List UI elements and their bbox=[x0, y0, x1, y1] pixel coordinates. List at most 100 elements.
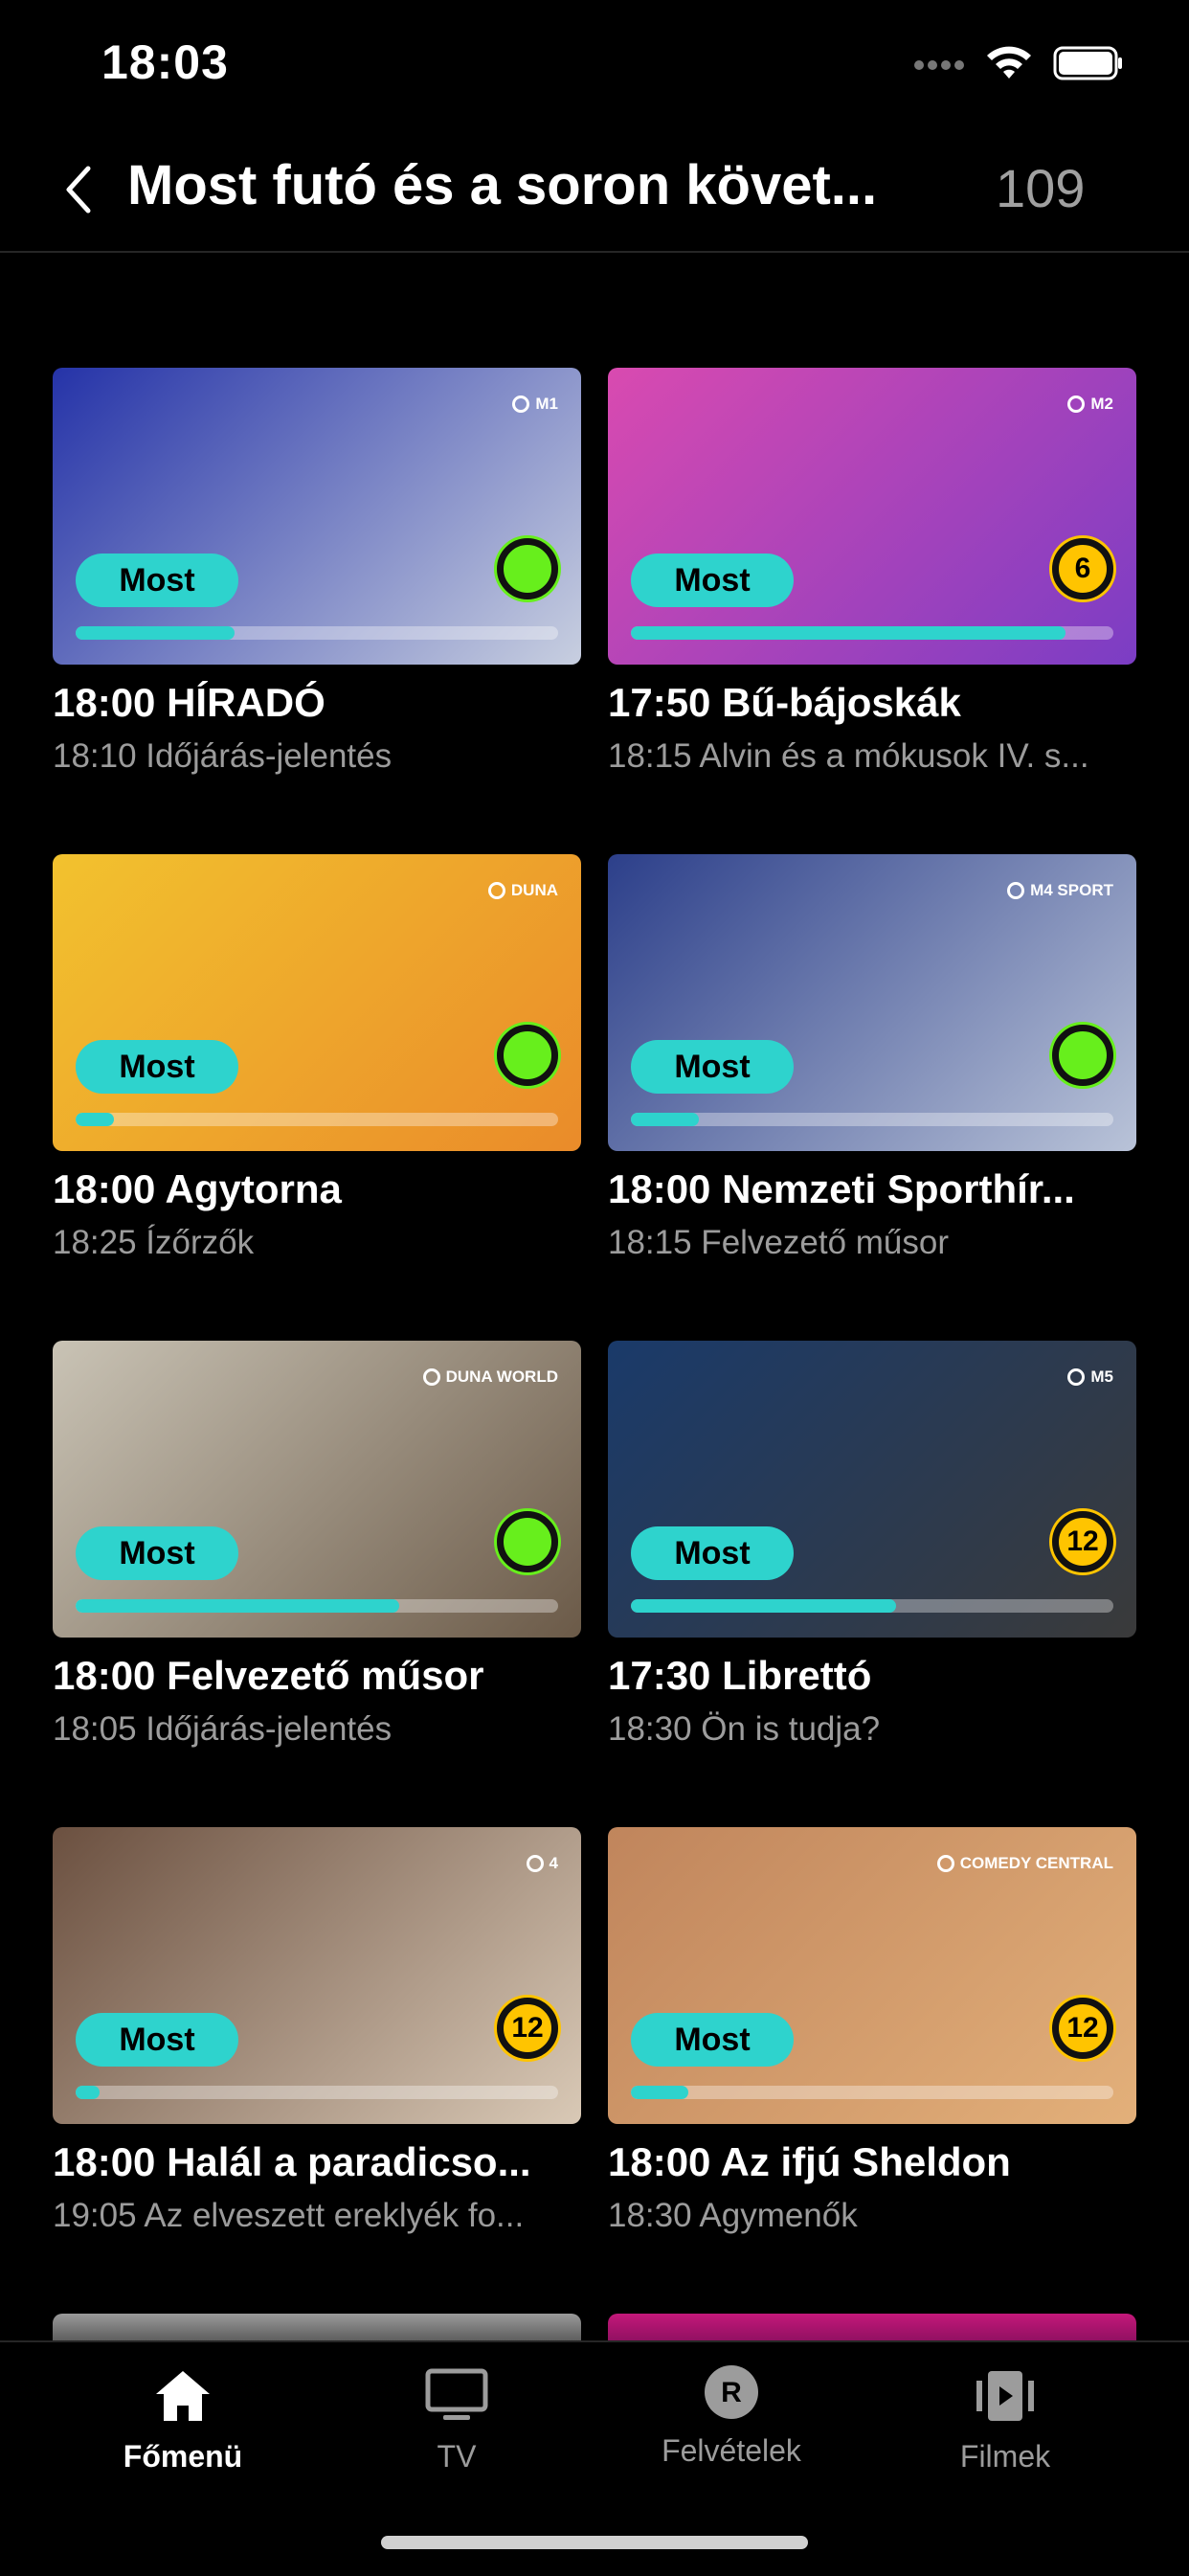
channel-logo-icon bbox=[1067, 395, 1086, 413]
recordings-icon: R bbox=[705, 2365, 758, 2419]
progress-bar bbox=[76, 2086, 558, 2099]
battery-icon bbox=[1053, 46, 1122, 80]
channel-logo-icon bbox=[526, 1855, 544, 1872]
home-icon bbox=[156, 2371, 210, 2421]
status-bar: 18:03 bbox=[0, 0, 1189, 134]
progress-fill bbox=[76, 626, 236, 640]
progress-fill bbox=[76, 2086, 101, 2099]
tab-tv[interactable]: TV bbox=[361, 2367, 552, 2474]
program-title: 17:30 Librettó bbox=[608, 1653, 872, 1698]
channel-logo: COMEDY CENTRAL bbox=[936, 1854, 1113, 1873]
next-program: 18:15 Alvin és a mókusok IV. s... bbox=[608, 737, 1089, 775]
tab-label: Filmek bbox=[959, 2439, 1051, 2474]
program-card[interactable]: M1 Most 18:00 HÍRADÓ 18:10 Időjárás-jelenté… bbox=[53, 368, 581, 808]
program-card[interactable]: M5 Most 12 17:30 Librettó 18:30 Ön is tudja? bbox=[608, 1341, 1136, 1781]
channel-logo: M4 SPORT bbox=[1007, 881, 1113, 900]
progress-bar bbox=[76, 1113, 558, 1126]
channel-name: DUNA WORLD bbox=[445, 1367, 558, 1386]
program-title: 18:00 Nemzeti Sporthír... bbox=[608, 1166, 1075, 1211]
progress-fill bbox=[631, 626, 1066, 640]
age-rating-badge bbox=[497, 1025, 558, 1086]
next-program: 18:05 Időjárás-jelentés bbox=[53, 1710, 393, 1748]
live-badge: Most bbox=[631, 554, 794, 607]
status-time: 18:03 bbox=[101, 35, 229, 89]
channel-logo: M5 bbox=[1067, 1367, 1113, 1387]
wifi-icon bbox=[987, 46, 1031, 79]
program-thumbnail: DUNA WORLD Most bbox=[53, 1341, 581, 1638]
svg-text:R: R bbox=[721, 2377, 742, 2408]
next-program: 18:15 Felvezető műsor bbox=[608, 1224, 950, 1261]
next-program: 19:05 Az elveszett ereklyék fo... bbox=[53, 2197, 525, 2234]
progress-bar bbox=[631, 1113, 1113, 1126]
progress-fill bbox=[631, 1113, 699, 1126]
card-peek-left[interactable] bbox=[53, 2314, 581, 2342]
channel-name: M2 bbox=[1090, 395, 1113, 413]
progress-fill bbox=[76, 1113, 115, 1126]
program-card[interactable]: DUNA Most 18:00 Agytorna 18:25 Ízőrzők bbox=[53, 854, 581, 1295]
channel-logo-icon bbox=[936, 1855, 954, 1872]
age-rating-badge bbox=[497, 538, 558, 599]
channel-logo-icon bbox=[487, 882, 505, 899]
next-program: 18:30 Agymenők bbox=[608, 2197, 858, 2234]
home-indicator bbox=[381, 2536, 808, 2549]
live-badge: Most bbox=[76, 1526, 238, 1580]
result-count: 109 bbox=[996, 158, 1086, 218]
next-program: 18:25 Ízőrzők bbox=[53, 1224, 255, 1261]
program-card[interactable]: DUNA WORLD Most 18:00 Felvezető műsor 18:05… bbox=[53, 1341, 581, 1781]
channel-name: 4 bbox=[549, 1854, 558, 1872]
program-thumbnail: M1 Most bbox=[53, 368, 581, 665]
tab-home[interactable]: Főmenü bbox=[87, 2367, 279, 2474]
program-thumbnail: M2 Most 6 bbox=[608, 368, 1136, 665]
program-title: 18:00 Az ifjú Sheldon bbox=[608, 2139, 1011, 2184]
program-card[interactable]: M4 SPORT Most 18:00 Nemzeti Sporthír... 18:… bbox=[608, 854, 1136, 1295]
program-card[interactable]: M2 Most 6 17:50 Bű-bájoskák 18:15 Alvin és a… bbox=[608, 368, 1136, 808]
age-rating-badge bbox=[1052, 1025, 1113, 1086]
live-badge: Most bbox=[631, 1040, 794, 1094]
channel-name: M4 SPORT bbox=[1030, 881, 1113, 899]
program-card[interactable]: COMEDY CENTRAL Most 12 18:00 Az ifjú Sheldo… bbox=[608, 1827, 1136, 2268]
tab-label: Felvételek bbox=[662, 2433, 801, 2468]
progress-bar bbox=[631, 1599, 1113, 1613]
program-thumbnail: M4 SPORT Most bbox=[608, 854, 1136, 1151]
program-title: 18:00 HÍRADÓ bbox=[53, 680, 325, 725]
next-program: 18:10 Időjárás-jelentés bbox=[53, 737, 393, 775]
age-rating-badge bbox=[497, 1511, 558, 1572]
program-thumbnail: 4 Most 12 bbox=[53, 1827, 581, 2124]
progress-fill bbox=[631, 1599, 897, 1613]
age-rating-badge: 12 bbox=[1052, 1511, 1113, 1572]
live-badge: Most bbox=[76, 554, 238, 607]
channel-name: DUNA bbox=[510, 881, 558, 899]
header: Most futó és a soron követ... 109 bbox=[0, 134, 1189, 253]
age-rating-badge: 6 bbox=[1052, 538, 1113, 599]
channel-name: M1 bbox=[535, 395, 558, 413]
channel-logo-icon bbox=[512, 395, 530, 413]
program-card[interactable]: 4 Most 12 18:00 Halál a paradicso... 19:05 A… bbox=[53, 1827, 581, 2268]
progress-fill bbox=[76, 1599, 399, 1613]
tab-movies[interactable]: Filmek bbox=[909, 2367, 1101, 2474]
program-title: 17:50 Bű-bájoskák bbox=[608, 680, 961, 725]
program-title: 18:00 Agytorna bbox=[53, 1166, 342, 1211]
program-title: 18:00 Felvezető műsor bbox=[53, 1653, 484, 1698]
card-peek-right[interactable] bbox=[608, 2314, 1136, 2342]
tv-icon bbox=[425, 2368, 488, 2420]
next-program: 18:30 Ön is tudja? bbox=[608, 1710, 881, 1748]
page-title: Most futó és a soron követ... bbox=[127, 154, 878, 216]
tab-label: TV bbox=[437, 2439, 477, 2474]
back-icon[interactable] bbox=[56, 161, 103, 218]
channel-name: M5 bbox=[1090, 1367, 1113, 1386]
live-badge: Most bbox=[631, 2013, 794, 2067]
live-badge: Most bbox=[631, 1526, 794, 1580]
program-title: 18:00 Halál a paradicso... bbox=[53, 2139, 531, 2184]
channel-logo-icon bbox=[1007, 882, 1025, 899]
tab-label: Főmenü bbox=[123, 2439, 243, 2474]
progress-bar bbox=[76, 626, 558, 640]
program-thumbnail: DUNA Most bbox=[53, 854, 581, 1151]
progress-bar bbox=[631, 2086, 1113, 2099]
channel-logo-icon bbox=[422, 1368, 440, 1386]
age-rating-badge: 12 bbox=[1052, 1998, 1113, 2059]
tab-recordings[interactable]: R Felvételek bbox=[636, 2361, 827, 2469]
progress-bar bbox=[631, 626, 1113, 640]
live-badge: Most bbox=[76, 1040, 238, 1094]
channel-logo: DUNA bbox=[487, 881, 558, 900]
program-thumbnail: M5 Most 12 bbox=[608, 1341, 1136, 1638]
